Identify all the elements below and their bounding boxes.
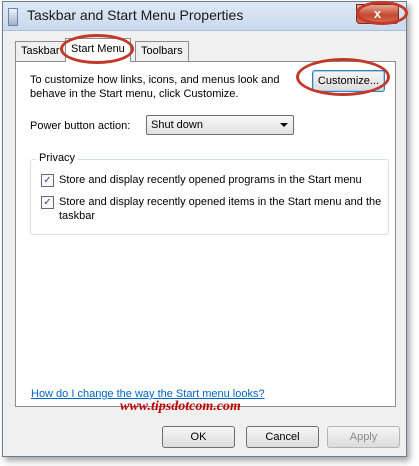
cancel-button[interactable]: Cancel: [246, 426, 319, 448]
chevron-down-icon: [280, 123, 288, 127]
close-button[interactable]: x: [356, 4, 399, 24]
checkbox-label: Store and display recently opened items …: [59, 196, 382, 222]
power-button-value: Shut down: [151, 119, 203, 131]
privacy-option-programs[interactable]: ✓ Store and display recently opened prog…: [41, 173, 389, 187]
privacy-group-title: Privacy: [36, 152, 79, 164]
ok-button[interactable]: OK: [162, 426, 235, 448]
privacy-group: Privacy ✓ Store and display recently ope…: [30, 152, 389, 235]
checkbox-recent-programs[interactable]: ✓: [41, 174, 54, 187]
tab-start-menu[interactable]: Start Menu: [65, 38, 131, 62]
checkbox-recent-items[interactable]: ✓: [41, 196, 54, 209]
power-button-select[interactable]: Shut down: [146, 115, 294, 135]
tab-taskbar[interactable]: Taskbar: [15, 41, 66, 61]
title-bar[interactable]: Taskbar and Start Menu Properties x: [3, 2, 406, 31]
power-button-label: Power button action:: [30, 120, 131, 132]
properties-dialog: Taskbar and Start Menu Properties x Task…: [2, 1, 407, 457]
tab-strip: Taskbar Start Menu Toolbars: [15, 38, 395, 62]
privacy-option-items[interactable]: ✓ Store and display recently opened item…: [41, 195, 389, 223]
window-title: Taskbar and Start Menu Properties: [27, 7, 244, 23]
site-watermark: www.tipsdotcom.com: [120, 399, 241, 414]
intro-text: To customize how links, icons, and menus…: [30, 74, 280, 100]
tab-toolbars[interactable]: Toolbars: [135, 41, 189, 61]
start-menu-panel: To customize how links, icons, and menus…: [15, 61, 396, 407]
taskbar-app-icon: [8, 8, 18, 26]
apply-button[interactable]: Apply: [327, 426, 400, 448]
checkbox-label: Store and display recently opened progra…: [59, 174, 362, 186]
customize-button[interactable]: Customize...: [312, 70, 385, 92]
